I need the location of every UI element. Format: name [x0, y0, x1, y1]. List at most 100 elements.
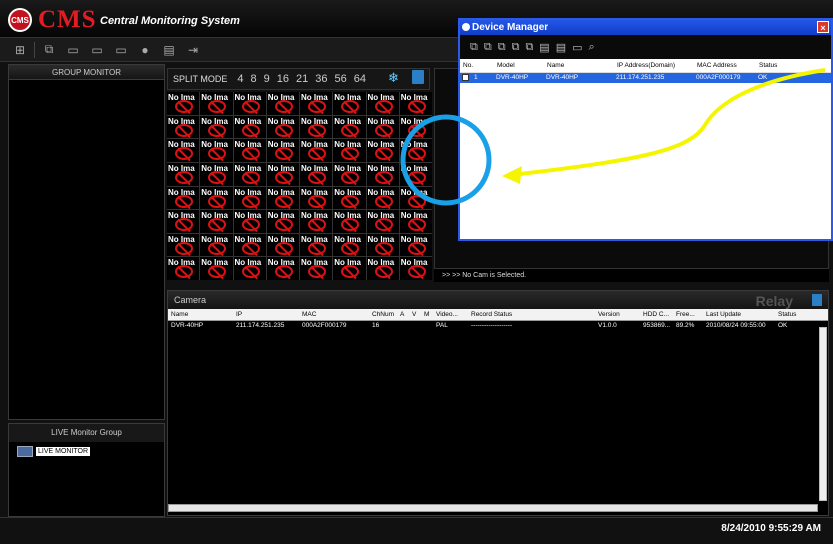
video-cell[interactable]: No Ima [233, 139, 266, 162]
video-cell[interactable]: No Ima [167, 139, 200, 162]
record-icon[interactable]: ● [135, 41, 155, 59]
column-header[interactable]: Status [756, 59, 796, 72]
snowflake-icon[interactable]: ❄ [388, 70, 399, 86]
video-cell[interactable]: No Ima [233, 92, 266, 115]
video-cell[interactable]: No Ima [266, 162, 299, 186]
split-mode-21[interactable]: 21 [296, 73, 308, 85]
video-cell[interactable]: No Ima [333, 115, 366, 139]
video-cell[interactable]: No Ima [300, 233, 333, 257]
video-cell[interactable]: No Ima [399, 92, 432, 115]
video-cell[interactable]: No Ima [333, 92, 366, 115]
config-icon[interactable]: ▭ [572, 41, 582, 54]
table-row[interactable]: DVR-40HP 211.174.251.235 000A2F000179 16 PAL… [168, 321, 828, 331]
video-cell[interactable]: No Ima [399, 257, 432, 280]
column-header[interactable]: IP [233, 309, 299, 320]
horizontal-scrollbar[interactable] [168, 504, 818, 512]
column-header[interactable]: V [409, 309, 421, 320]
video-cell[interactable]: No Ima [233, 233, 266, 257]
add-device-icon[interactable]: ⧉ [470, 41, 478, 54]
video-cell[interactable]: No Ima [300, 139, 333, 162]
split-mode-9[interactable]: 9 [264, 73, 270, 85]
video-cell[interactable]: No Ima [366, 233, 399, 257]
video-cell[interactable]: No Ima [300, 92, 333, 115]
video-cell[interactable]: No Ima [300, 162, 333, 186]
video-cell[interactable]: No Ima [399, 210, 432, 233]
split-mode-8[interactable]: 8 [250, 73, 256, 85]
edit-device-icon[interactable]: ⧉ [484, 41, 492, 54]
split-mode-36[interactable]: 36 [315, 73, 327, 85]
column-header[interactable]: MAC [299, 309, 369, 320]
video-cell[interactable]: No Ima [266, 233, 299, 257]
video-cell[interactable]: No Ima [200, 139, 233, 162]
column-header[interactable]: Name [168, 309, 233, 320]
video-cell[interactable]: No Ima [399, 233, 432, 257]
video-cell[interactable]: No Ima [233, 115, 266, 139]
vertical-scrollbar[interactable] [819, 327, 827, 501]
column-header[interactable]: ChNum [369, 309, 397, 320]
video-cell[interactable]: No Ima [233, 186, 266, 210]
relay-button[interactable]: Relay [756, 292, 793, 310]
video-cell[interactable]: No Ima [200, 162, 233, 186]
column-header[interactable]: IP Address(Domain) [614, 59, 694, 72]
column-header[interactable]: Status [775, 309, 805, 320]
video-cell[interactable]: No Ima [200, 92, 233, 115]
video-cell[interactable]: No Ima [167, 210, 200, 233]
video-cell[interactable]: No Ima [399, 139, 432, 162]
video-cell[interactable]: No Ima [366, 186, 399, 210]
column-header[interactable]: M [421, 309, 433, 320]
split-mode-56[interactable]: 56 [334, 73, 346, 85]
exit-icon[interactable]: ⇥ [183, 41, 203, 59]
connect-icon[interactable]: ⧉ [512, 41, 520, 54]
split-mode-64[interactable]: 64 [354, 73, 366, 85]
column-header[interactable]: Version [595, 309, 640, 320]
live-monitor-item[interactable]: LIVE MONITOR [17, 446, 164, 457]
column-header[interactable]: Last Update [703, 309, 775, 320]
video-cell[interactable]: No Ima [167, 115, 200, 139]
video-cell[interactable]: No Ima [200, 115, 233, 139]
video-cell[interactable]: No Ima [233, 257, 266, 280]
video-cell[interactable]: No Ima [366, 210, 399, 233]
disconnect-icon[interactable]: ⧉ [525, 41, 533, 54]
layout-icon[interactable]: ⊞ [10, 41, 30, 59]
add-monitor-icon[interactable]: ⧉ [39, 41, 59, 59]
video-cell[interactable]: No Ima [399, 186, 432, 210]
edit-monitor-icon[interactable]: ▭ [63, 41, 83, 59]
report-icon[interactable]: ▤ [539, 41, 549, 54]
monitor-settings-icon[interactable]: ▭ [87, 41, 107, 59]
video-cell[interactable]: No Ima [200, 186, 233, 210]
export-icon[interactable]: ▤ [159, 41, 179, 59]
video-cell[interactable]: No Ima [399, 115, 432, 139]
video-cell[interactable]: No Ima [333, 186, 366, 210]
column-header[interactable]: Record Status [468, 309, 595, 320]
list-icon[interactable]: ▤ [556, 41, 566, 54]
video-cell[interactable]: No Ima [167, 162, 200, 186]
video-cell[interactable]: No Ima [200, 210, 233, 233]
row-checkbox[interactable] [462, 74, 469, 81]
video-cell[interactable]: No Ima [300, 186, 333, 210]
remove-device-icon[interactable]: ⧉ [498, 41, 506, 54]
video-cell[interactable]: No Ima [233, 210, 266, 233]
video-cell[interactable]: No Ima [266, 92, 299, 115]
video-cell[interactable]: No Ima [333, 233, 366, 257]
video-cell[interactable]: No Ima [366, 162, 399, 186]
video-cell[interactable]: No Ima [266, 115, 299, 139]
close-icon[interactable]: × [817, 21, 829, 33]
video-cell[interactable]: No Ima [333, 210, 366, 233]
column-header[interactable]: A [397, 309, 409, 320]
column-header[interactable]: MAC Address [694, 59, 756, 72]
column-header[interactable]: Model [494, 59, 544, 72]
video-cell[interactable]: No Ima [167, 257, 200, 280]
search-device-icon[interactable]: ⌕ [589, 41, 595, 54]
video-cell[interactable]: No Ima [266, 186, 299, 210]
video-cell[interactable]: No Ima [266, 257, 299, 280]
video-cell[interactable]: No Ima [167, 92, 200, 115]
video-cell[interactable]: No Ima [266, 210, 299, 233]
video-cell[interactable]: No Ima [333, 257, 366, 280]
column-header[interactable]: HDD C... [640, 309, 673, 320]
column-header[interactable]: Name [544, 59, 614, 72]
video-cell[interactable]: No Ima [167, 233, 200, 257]
video-cell[interactable]: No Ima [366, 257, 399, 280]
table-row[interactable]: 1 DVR-40HP DVR-40HP 211.174.251.235 000A2F00… [460, 73, 831, 83]
video-cell[interactable]: No Ima [366, 115, 399, 139]
video-cell[interactable]: No Ima [366, 139, 399, 162]
